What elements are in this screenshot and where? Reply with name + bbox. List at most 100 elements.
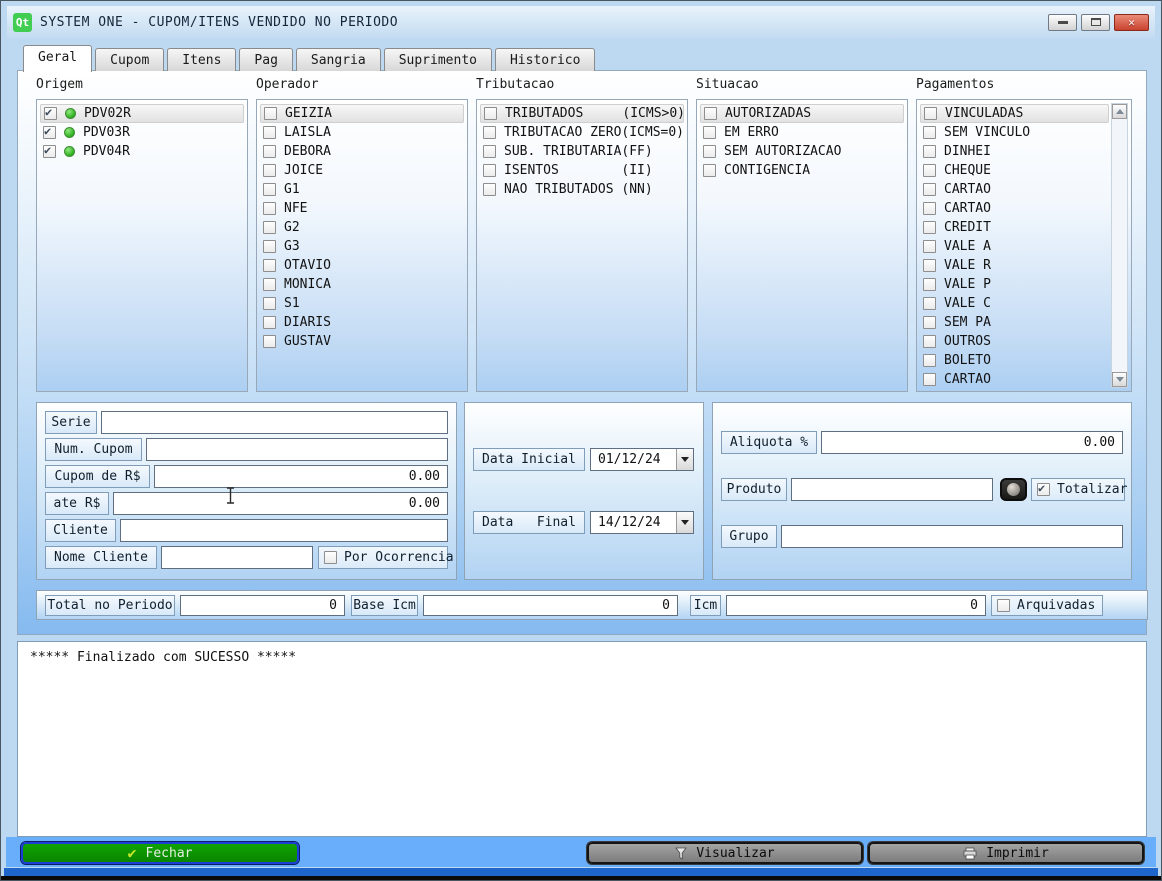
list-item[interactable]: SEM VINCULO (920, 123, 1109, 142)
data-inicial-select[interactable]: 01/12/24 (590, 448, 694, 471)
list-item[interactable]: VALE P (920, 275, 1109, 294)
list-item[interactable]: PDV04R (40, 142, 244, 161)
item-checkbox[interactable] (263, 164, 276, 177)
total-periodo-input[interactable] (180, 595, 345, 616)
list-item[interactable]: SUB. TRIBUTARIA(FF) (480, 142, 684, 161)
produto-input[interactable] (791, 478, 993, 501)
list-item[interactable]: DINHEI (920, 142, 1109, 161)
list-item[interactable]: VALE A (920, 237, 1109, 256)
item-checkbox[interactable] (923, 202, 936, 215)
list-item[interactable]: S1 (260, 294, 464, 313)
tab-sangria[interactable]: Sangria (296, 48, 381, 71)
item-checkbox[interactable] (263, 240, 276, 253)
list-item[interactable]: OTAVIO (260, 256, 464, 275)
log-area[interactable]: ***** Finalizado com SUCESSO ***** (17, 641, 1147, 837)
item-checkbox[interactable] (263, 278, 276, 291)
list-item[interactable]: SEM PA (920, 313, 1109, 332)
totalizar-checkbox[interactable]: Totalizar (1031, 478, 1125, 501)
tab-geral[interactable]: Geral (23, 45, 92, 72)
list-item[interactable]: NAO TRIBUTADOS (NN) (480, 180, 684, 199)
item-checkbox[interactable] (483, 164, 496, 177)
item-checkbox[interactable] (263, 297, 276, 310)
list-item[interactable]: TRIBUTADOS (ICMS>0) (480, 104, 684, 123)
operador-list[interactable]: GEIZIA LAISLA DEBORA JOICE G1 NFE G2 G3 … (256, 99, 468, 392)
checkbox-checked-icon[interactable] (1037, 483, 1050, 496)
item-checkbox[interactable] (703, 126, 716, 139)
item-checkbox[interactable] (923, 259, 936, 272)
list-item[interactable]: VINCULADAS (920, 104, 1109, 123)
checkbox-icon[interactable] (997, 599, 1010, 612)
imprimir-button[interactable]: Imprimir (868, 842, 1144, 864)
arquivadas-checkbox[interactable]: Arquivadas (991, 595, 1103, 616)
list-item[interactable]: CARTAO (920, 370, 1109, 389)
base-icm-input[interactable] (423, 595, 678, 616)
list-item[interactable]: VALE C (920, 294, 1109, 313)
dropdown-button[interactable] (676, 512, 693, 533)
scroll-up-button[interactable] (1112, 104, 1127, 119)
close-button[interactable]: ✕ (1114, 14, 1149, 31)
list-item[interactable]: CONTIGENCIA (700, 161, 904, 180)
item-checkbox[interactable] (43, 145, 56, 158)
item-checkbox[interactable] (923, 164, 936, 177)
item-checkbox[interactable] (923, 183, 936, 196)
list-item[interactable]: TRIBUTACAO ZERO(ICMS=0) (480, 123, 684, 142)
item-checkbox[interactable] (923, 240, 936, 253)
list-item[interactable]: NFE (260, 199, 464, 218)
list-item[interactable]: JOICE (260, 161, 464, 180)
visualizar-button[interactable]: Visualizar (587, 842, 863, 864)
list-item[interactable]: G3 (260, 237, 464, 256)
icm-input[interactable] (726, 595, 986, 616)
item-checkbox[interactable] (483, 145, 496, 158)
tab-suprimento[interactable]: Suprimento (384, 48, 492, 71)
item-checkbox[interactable] (263, 183, 276, 196)
minimize-button[interactable] (1048, 14, 1077, 31)
list-item[interactable]: CHEQUE (920, 161, 1109, 180)
list-item[interactable]: DEBORA (260, 142, 464, 161)
list-item[interactable]: GUSTAV (260, 332, 464, 351)
cliente-input[interactable] (120, 519, 448, 542)
item-checkbox[interactable] (483, 183, 496, 196)
list-item[interactable]: VALE R (920, 256, 1109, 275)
list-item[interactable]: BOLETO (920, 351, 1109, 370)
list-item[interactable]: CARTAO (920, 180, 1109, 199)
item-checkbox[interactable] (703, 145, 716, 158)
list-item[interactable]: G1 (260, 180, 464, 199)
list-item[interactable]: CREDIT (920, 218, 1109, 237)
item-checkbox[interactable] (263, 335, 276, 348)
fechar-button[interactable]: ✔ Fechar (21, 842, 299, 864)
list-item[interactable]: LAISLA (260, 123, 464, 142)
item-checkbox[interactable] (263, 259, 276, 272)
num-cupom-input[interactable] (146, 438, 448, 461)
scroll-down-button[interactable] (1112, 372, 1127, 387)
list-item[interactable]: PDV03R (40, 123, 244, 142)
list-item[interactable]: MONICA (260, 275, 464, 294)
list-item[interactable]: GEIZIA (260, 104, 464, 123)
list-item[interactable]: OUTROS (920, 332, 1109, 351)
item-checkbox[interactable] (923, 335, 936, 348)
list-item[interactable]: SEM AUTORIZACAO (700, 142, 904, 161)
item-checkbox[interactable] (923, 373, 936, 386)
tab-pag[interactable]: Pag (239, 48, 292, 71)
item-checkbox[interactable] (924, 107, 937, 120)
tributacao-list[interactable]: TRIBUTADOS (ICMS>0) TRIBUTACAO ZERO(ICMS… (476, 99, 688, 392)
grupo-input[interactable] (781, 525, 1123, 548)
list-item[interactable]: G2 (260, 218, 464, 237)
item-checkbox[interactable] (43, 126, 56, 139)
pagamentos-scrollbar[interactable] (1111, 103, 1128, 388)
origem-list[interactable]: PDV02R PDV03R PDV04R (36, 99, 248, 392)
tab-historico[interactable]: Historico (495, 48, 595, 71)
tab-itens[interactable]: Itens (167, 48, 236, 71)
tab-cupom[interactable]: Cupom (95, 48, 164, 71)
item-checkbox[interactable] (263, 126, 276, 139)
list-item[interactable]: ISENTOS (II) (480, 161, 684, 180)
aliquota-input[interactable] (821, 431, 1123, 454)
item-checkbox[interactable] (923, 354, 936, 367)
item-checkbox[interactable] (923, 145, 936, 158)
item-checkbox[interactable] (263, 316, 276, 329)
item-checkbox[interactable] (263, 145, 276, 158)
item-checkbox[interactable] (923, 278, 936, 291)
pagamentos-list[interactable]: VINCULADAS SEM VINCULO DINHEI CHEQUE CAR… (916, 99, 1132, 392)
list-item[interactable]: PDV02R (40, 104, 244, 123)
serie-input[interactable] (101, 411, 448, 434)
list-item[interactable]: EM ERRO (700, 123, 904, 142)
